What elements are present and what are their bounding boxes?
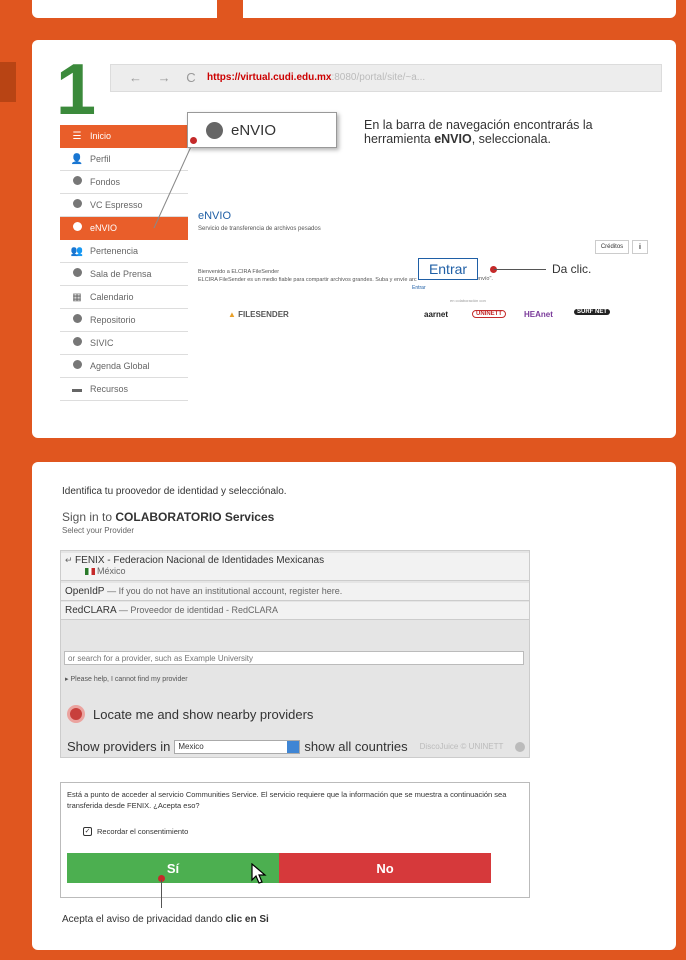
provider-redclara[interactable]: RedCLARA — Proveedor de identidad - RedC… (61, 602, 529, 620)
consent-panel: Está a punto de acceder al servicio Comm… (60, 782, 530, 898)
globe-icon (70, 314, 84, 326)
welcome-tail: envío". (476, 276, 493, 282)
sidebar-item-sivic[interactable]: SIVIC (60, 332, 188, 355)
step-2-card: Identifica tu proovedor de identidad y s… (32, 462, 676, 950)
url-field[interactable]: https://virtual.cudi.edu.mx:8080/portal/… (207, 72, 425, 83)
location-icon (67, 705, 85, 723)
provider-search-input[interactable] (64, 651, 524, 665)
remember-checkbox[interactable]: ✓ (83, 827, 92, 836)
connector-line (161, 880, 162, 908)
aarnet-logo: aarnet (424, 310, 449, 319)
idp-instruction: Identifica tu proovedor de identidad y s… (62, 486, 287, 497)
envio-page-subtitle: Servicio de transferencia de archivos pe… (198, 226, 321, 232)
globe-icon (206, 121, 223, 139)
country-select[interactable]: Mexico (174, 739, 301, 754)
globe-icon (70, 199, 84, 211)
marker-dot (190, 137, 197, 144)
sidebar-item-recursos[interactable]: ▬ Recursos (60, 378, 188, 401)
top-card-strip (32, 0, 676, 18)
browser-address-bar: ← → C https://virtual.cudi.edu.mx:8080/p… (110, 64, 662, 92)
select-provider-label: Select your Provider (62, 526, 135, 535)
uninett-logo: UNINETT (472, 310, 506, 318)
credits-button[interactable]: Créditos (595, 240, 629, 254)
step-number: 1 (56, 50, 97, 130)
browser-nav-icons[interactable]: ← → C (129, 70, 202, 85)
envio-callout[interactable]: eNVIO (187, 112, 337, 148)
da-clic-label: Da clic. (552, 262, 592, 276)
sidebar-item-perfil[interactable]: 👤 Perfil (60, 148, 188, 171)
sidebar-item-envio[interactable]: eNVIO (60, 217, 188, 240)
sidebar-item-vc-espresso[interactable]: VC Espresso (60, 194, 188, 217)
discojuice-credit: DiscoJuice © UNINETT (419, 742, 504, 751)
user-icon: 👤 (70, 153, 84, 165)
provider-openidp[interactable]: OpenIdP — If you do not have an institut… (61, 583, 529, 601)
globe-icon (70, 360, 84, 372)
help-link[interactable]: ▸ Please help, I cannot find my provider (65, 675, 188, 683)
globe-icon (70, 268, 84, 280)
sidebar-item-inicio[interactable]: ☰ Inicio (60, 125, 188, 148)
envio-page-title: eNVIO (198, 210, 232, 222)
connector-line (494, 269, 546, 270)
globe-icon (70, 222, 84, 234)
sidebar-item-agenda-global[interactable]: Agenda Global (60, 355, 188, 378)
provider-fenix[interactable]: ↵ FENIX - Federacion Nacional de Identid… (61, 553, 529, 581)
remember-consent-row[interactable]: ✓ Recordar el consentimiento (83, 827, 188, 836)
sidebar-item-fondos[interactable]: Fondos (60, 171, 188, 194)
surfnet-logo: SURF NET (574, 309, 610, 315)
provider-panel: ↵ FENIX - Federacion Nacional de Identid… (60, 550, 530, 758)
no-button[interactable]: No (279, 853, 491, 883)
locate-me-button[interactable]: Locate me and show nearby providers (67, 705, 313, 723)
top-tab (217, 0, 243, 18)
sidebar-menu: ☰ Inicio 👤 Perfil Fondos VC Espresso eNVIO… (60, 125, 188, 401)
yes-button[interactable]: Sí (67, 853, 279, 883)
mexico-flag-icon (85, 568, 95, 576)
accept-instruction: Acepta el aviso de privacidad dando clic… (62, 914, 269, 925)
filesender-logo: ▲ FILESENDER (228, 310, 289, 319)
country-filter-row: Show providers in Mexico show all countr… (67, 739, 526, 754)
show-all-countries-link[interactable]: show all countries (304, 739, 407, 754)
calendar-icon: ▦ (72, 291, 82, 303)
chevron-down-icon (287, 740, 300, 753)
heanet-logo: HEAnet (524, 310, 553, 319)
info-icon[interactable] (515, 741, 526, 752)
mouse-pointer-icon (251, 863, 267, 884)
step-1-card: 1 ← → C https://virtual.cudi.edu.mx:8080… (32, 40, 676, 438)
collaboration-label: en colaboración con (450, 298, 486, 303)
consent-text: Está a punto de acceder al servicio Comm… (67, 790, 507, 810)
sidebar-item-sala-de-prensa[interactable]: Sala de Prensa (60, 263, 188, 286)
globe-icon (70, 176, 84, 188)
sidebar-item-pertenencia[interactable]: 👥 Pertenencia (60, 240, 188, 263)
signin-title: Sign in to COLABORATORIO Services (62, 510, 275, 524)
sidebar-item-repositorio[interactable]: Repositorio (60, 309, 188, 332)
step-1-instruction: En la barra de navegación encontrarás la… (364, 118, 593, 146)
globe-icon (70, 337, 84, 349)
info-button[interactable]: i (632, 240, 648, 254)
side-notch (0, 62, 16, 102)
users-icon: 👥 (70, 245, 84, 257)
folder-icon: ▬ (72, 383, 82, 395)
enter-icon: ↵ (65, 555, 76, 565)
partner-logos: ▲ FILESENDER aarnet UNINETT HEAnet SURF … (228, 304, 658, 328)
entrar-link[interactable]: Entrar (412, 285, 426, 291)
list-icon: ☰ (72, 130, 82, 142)
sidebar-item-calendario[interactable]: ▦ Calendario (60, 286, 188, 309)
entrar-button[interactable]: Entrar (418, 258, 478, 280)
